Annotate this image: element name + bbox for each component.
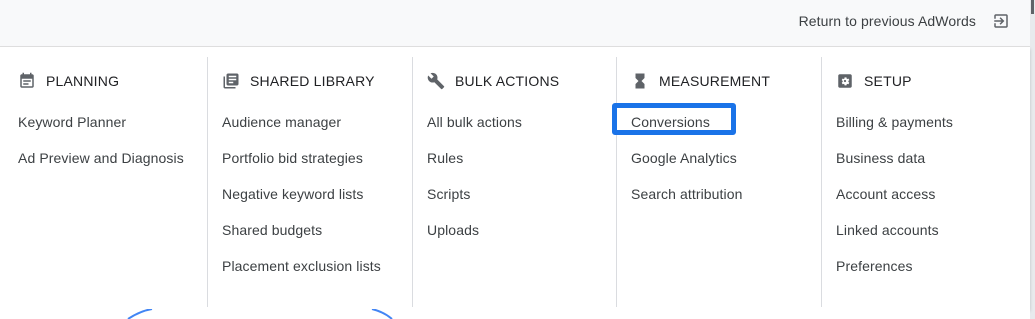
column-header-shared-library: SHARED LIBRARY bbox=[222, 71, 375, 91]
calendar-icon bbox=[18, 72, 36, 90]
column-title: BULK ACTIONS bbox=[455, 73, 560, 89]
background-content bbox=[0, 309, 1030, 319]
menu-item-linked-accounts[interactable]: Linked accounts bbox=[836, 222, 939, 238]
column-bulk-actions: BULK ACTIONS All bulk actions Rules Scri… bbox=[412, 57, 617, 307]
return-link-label: Return to previous AdWords bbox=[798, 13, 976, 29]
menu-item-conversions[interactable]: Conversions bbox=[631, 114, 710, 130]
settings-icon bbox=[836, 72, 854, 90]
menu-item-google-analytics[interactable]: Google Analytics bbox=[631, 150, 737, 166]
tools-menu: PLANNING Keyword Planner Ad Preview and … bbox=[0, 47, 1030, 309]
column-title: MEASUREMENT bbox=[659, 73, 771, 89]
hourglass-icon bbox=[631, 72, 649, 90]
menu-item-billing-and-payments[interactable]: Billing & payments bbox=[836, 114, 953, 130]
column-header-planning: PLANNING bbox=[18, 71, 119, 91]
column-shared-library: SHARED LIBRARY Audience manager Portfoli… bbox=[207, 57, 412, 307]
menu-item-uploads[interactable]: Uploads bbox=[427, 222, 479, 238]
menu-item-rules[interactable]: Rules bbox=[427, 150, 463, 166]
column-header-bulk-actions: BULK ACTIONS bbox=[427, 71, 559, 91]
column-measurement: MEASUREMENT Conversions Google Analytics… bbox=[616, 57, 821, 307]
return-to-previous-adwords-link[interactable]: Return to previous AdWords bbox=[799, 12, 1010, 30]
menu-item-ad-preview-and-diagnosis[interactable]: Ad Preview and Diagnosis bbox=[18, 150, 184, 166]
menu-item-preferences[interactable]: Preferences bbox=[836, 258, 913, 274]
column-title: PLANNING bbox=[46, 73, 120, 89]
menu-item-business-data[interactable]: Business data bbox=[836, 150, 925, 166]
column-planning: PLANNING Keyword Planner Ad Preview and … bbox=[4, 57, 208, 307]
menu-item-portfolio-bid-strategies[interactable]: Portfolio bid strategies bbox=[222, 150, 363, 166]
exit-to-app-icon[interactable] bbox=[992, 12, 1010, 30]
menu-item-account-access[interactable]: Account access bbox=[836, 186, 935, 202]
column-header-measurement: MEASUREMENT bbox=[631, 71, 770, 91]
menu-item-shared-budgets[interactable]: Shared budgets bbox=[222, 222, 322, 238]
menu-item-all-bulk-actions[interactable]: All bulk actions bbox=[427, 114, 522, 130]
column-title: SETUP bbox=[864, 73, 912, 89]
menu-item-search-attribution[interactable]: Search attribution bbox=[631, 186, 743, 202]
wrench-icon bbox=[427, 72, 445, 90]
column-title: SHARED LIBRARY bbox=[250, 73, 375, 89]
column-header-setup: SETUP bbox=[836, 71, 912, 91]
window-edge bbox=[1030, 0, 1035, 319]
menu-item-keyword-planner[interactable]: Keyword Planner bbox=[18, 114, 126, 130]
top-bar: Return to previous AdWords bbox=[0, 0, 1030, 47]
menu-item-negative-keyword-lists[interactable]: Negative keyword lists bbox=[222, 186, 363, 202]
library-icon bbox=[222, 72, 240, 90]
menu-item-placement-exclusion-lists[interactable]: Placement exclusion lists bbox=[222, 258, 381, 274]
menu-item-scripts[interactable]: Scripts bbox=[427, 186, 471, 202]
column-setup: SETUP Billing & payments Business data A… bbox=[821, 57, 1026, 307]
menu-item-audience-manager[interactable]: Audience manager bbox=[222, 114, 341, 130]
